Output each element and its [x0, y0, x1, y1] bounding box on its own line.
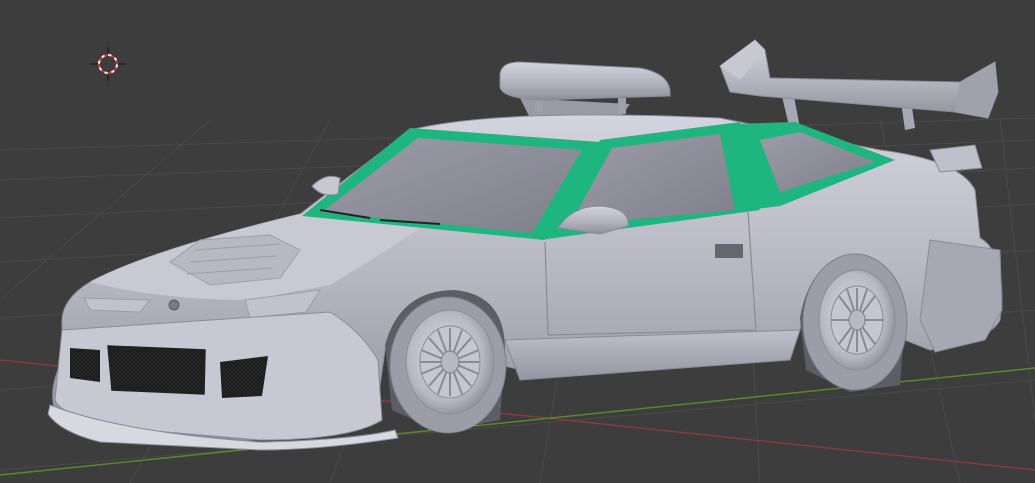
car-model[interactable]: [47, 39, 1003, 451]
3d-viewport[interactable]: [0, 0, 1035, 483]
roof-box: [499, 61, 671, 118]
viewport-canvas[interactable]: [0, 0, 1035, 483]
door-handle: [715, 244, 743, 258]
front-grille: [107, 345, 206, 395]
nissan-badge-icon: [168, 299, 180, 311]
rear-quarter: [919, 239, 1003, 353]
rear-wing: [719, 39, 999, 130]
rear-diffuser: [929, 144, 983, 173]
left-mirror: [311, 175, 341, 196]
left-headlight: [83, 297, 152, 313]
3d-cursor-icon[interactable]: [91, 47, 125, 81]
front-wheel: [385, 290, 507, 434]
left-intake: [70, 348, 100, 382]
right-intake: [220, 356, 268, 398]
